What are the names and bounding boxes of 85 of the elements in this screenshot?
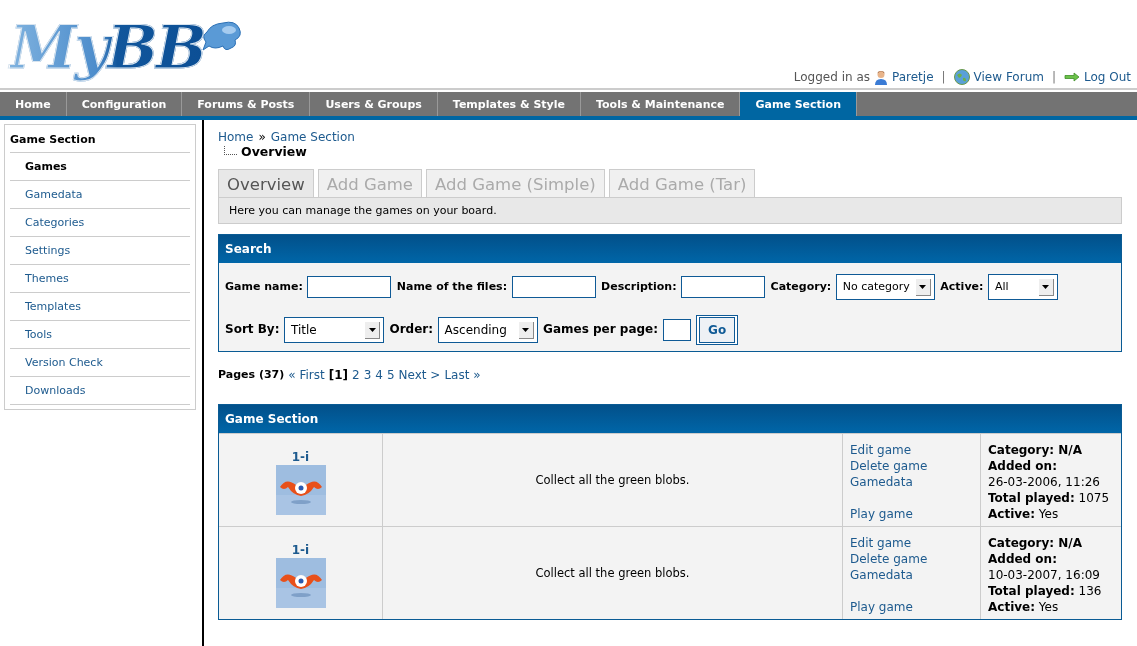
field-label: Name of the files: — [396, 280, 508, 293]
tab-description: Here you can manage the games on your board. — [218, 197, 1122, 224]
sidebar-item[interactable]: Games — [10, 153, 190, 181]
detail-text: 26-03-2006, 11:26 — [988, 474, 1101, 490]
sidebar-item[interactable]: Downloads — [10, 377, 190, 405]
user-icon — [874, 69, 888, 85]
detail-text: Active: Yes — [988, 599, 1060, 615]
count-field[interactable] — [662, 319, 691, 341]
caret-icon — [368, 327, 376, 332]
game-name[interactable]: 1-i — [291, 450, 310, 464]
sidebar-item[interactable]: Tools — [10, 321, 190, 349]
field-label: Sort By: — [225, 322, 280, 336]
arrow-right-icon — [1064, 72, 1080, 82]
caret-icon — [522, 327, 530, 332]
action-link[interactable]: Gamedata — [850, 474, 973, 490]
field-label: Category: — [770, 280, 832, 293]
field-label: Game name: — [225, 280, 303, 293]
detail-text: Added on: — [988, 458, 1058, 474]
field-label: Order: — [389, 322, 434, 336]
current-page: [1] — [328, 368, 348, 382]
text-field[interactable] — [681, 276, 766, 298]
detail-text: Active: Yes — [988, 506, 1060, 522]
dropdown[interactable]: All — [987, 274, 1058, 300]
action-link[interactable]: Edit game — [850, 442, 973, 458]
sidebar-item[interactable]: Themes — [10, 265, 190, 293]
game-name[interactable]: 1-i — [291, 543, 310, 557]
action-link[interactable]: Edit game — [850, 535, 973, 551]
page-link[interactable]: 4 — [375, 368, 383, 382]
last-link[interactable]: Last » — [444, 368, 481, 382]
table-header: Game Section — [219, 405, 1121, 433]
separator-text: | — [941, 70, 946, 84]
go-button[interactable]: Go — [696, 315, 739, 345]
header-link[interactable]: Paretje — [892, 70, 934, 84]
sidebar-title: Game Section — [10, 129, 190, 153]
first-link[interactable]: « First — [288, 368, 325, 382]
action-link[interactable]: Delete game — [850, 458, 973, 474]
detail-text: Added on: — [988, 551, 1058, 567]
caret-icon — [1042, 284, 1050, 289]
sidebar-item[interactable]: Templates — [10, 293, 190, 321]
separator-text: | — [1051, 70, 1056, 84]
play-link[interactable]: Play game — [850, 599, 973, 615]
game-description: Collect all the green blobs. — [535, 566, 690, 580]
sidebar-item[interactable]: Version Check — [10, 349, 190, 377]
breadcrumb-link[interactable]: Home — [218, 130, 254, 144]
breadcrumb-separator: » — [258, 130, 266, 144]
nav-tab[interactable]: Templates & Style — [437, 92, 581, 116]
header-link[interactable]: Log Out — [1084, 70, 1131, 84]
sidebar-item[interactable]: Settings — [10, 237, 190, 265]
play-link[interactable]: Play game — [850, 506, 973, 522]
nav-tab[interactable]: Configuration — [66, 92, 183, 116]
next-link[interactable]: Next > — [398, 368, 441, 382]
panel-header: Search — [219, 235, 1121, 263]
page-link[interactable]: 3 — [363, 368, 372, 382]
dropdown[interactable]: Title — [284, 317, 384, 343]
nav-tab[interactable]: Game Section — [740, 92, 857, 116]
detail-text: Total played: 1075 — [988, 490, 1111, 506]
globe-icon — [953, 69, 970, 85]
nav-tab[interactable]: Users & Groups — [310, 92, 438, 116]
field-label: Description: — [601, 280, 677, 293]
nav-tab[interactable]: Forums & Posts — [182, 92, 311, 116]
page-title: Overview — [241, 144, 307, 159]
field-label: Active: — [940, 280, 984, 293]
sidebar-item[interactable]: Categories — [10, 209, 190, 237]
detail-text: Total played: 136 — [988, 583, 1103, 599]
game-description: Collect all the green blobs. — [535, 473, 690, 487]
text-field[interactable] — [511, 276, 596, 298]
dropdown[interactable]: No category — [835, 274, 935, 300]
page-link[interactable]: 5 — [386, 368, 395, 382]
detail-text: 10-03-2007, 16:09 — [988, 567, 1101, 583]
dropdown[interactable]: Ascending — [437, 317, 538, 343]
breadcrumb-link[interactable]: Game Section — [270, 130, 355, 144]
tab[interactable]: Overview — [218, 169, 314, 197]
caret-icon — [919, 284, 927, 289]
nav-tab[interactable]: Home — [0, 92, 67, 116]
detail-text: Category: N/A — [988, 535, 1084, 551]
sidebar-item[interactable]: Gamedata — [10, 181, 190, 209]
login-text: Logged in as — [793, 70, 870, 84]
text-field[interactable] — [307, 276, 392, 298]
page-link[interactable]: 2 — [352, 368, 360, 382]
detail-text: Category: N/A — [988, 442, 1084, 458]
action-link[interactable]: Gamedata — [850, 567, 973, 583]
header-link[interactable]: View Forum — [973, 70, 1044, 84]
pages-label: Pages (37) — [218, 368, 285, 382]
action-link[interactable]: Delete game — [850, 551, 973, 567]
field-label: Games per page: — [543, 322, 659, 336]
